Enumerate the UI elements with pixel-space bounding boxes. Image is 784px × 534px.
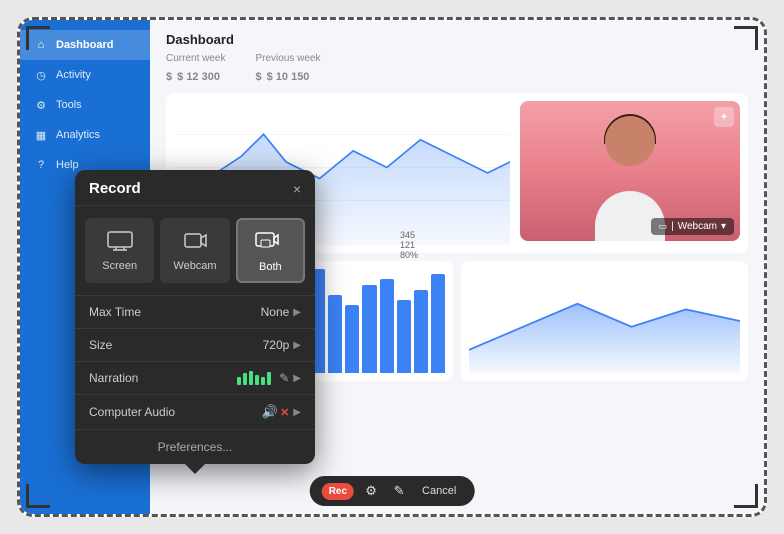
bar (397, 300, 411, 373)
computer-audio-label: Computer Audio (89, 405, 175, 419)
both-icon (255, 230, 285, 255)
narration-bars (237, 371, 271, 385)
val1: 345 (400, 230, 754, 240)
sidebar-item-tools[interactable]: ⚙ Tools (20, 90, 150, 120)
mode-btn-webcam[interactable]: Webcam (160, 218, 229, 283)
narration-bar-3 (249, 371, 253, 385)
record-dialog-header: Record × (75, 170, 315, 206)
mode-buttons: Screen Webcam Both (75, 206, 315, 296)
val3: 80% (400, 250, 754, 260)
webcam-wand-button[interactable]: ✦ (714, 107, 734, 127)
narration-bar-4 (255, 375, 259, 385)
record-title: Record (89, 180, 141, 197)
max-time-value: None (261, 305, 290, 319)
max-time-row: Max Time None ▶ (75, 296, 315, 329)
webcam-icon (182, 231, 208, 254)
audio-muted-indicator: 🔊 ✕ (262, 404, 289, 420)
previous-week-value: $ $ 10 150 (255, 64, 320, 85)
activity-icon: ◷ (34, 68, 48, 82)
tools-icon: ⚙ (34, 98, 48, 112)
narration-bar-6 (267, 372, 271, 385)
preferences-label: Preferences... (158, 440, 233, 454)
wand-icon: ✦ (720, 112, 728, 123)
max-time-chevron-icon: ▶ (293, 307, 301, 318)
bar (345, 305, 359, 373)
webcam-preview: ✦ ▭ | Webcam ▾ (520, 101, 740, 241)
corner-bl (26, 484, 50, 508)
bar (431, 274, 445, 373)
webcam-mode-label: Webcam (173, 260, 216, 272)
chart-badge: 345 121 80% (400, 230, 754, 260)
bar (362, 285, 376, 373)
computer-audio-row: Computer Audio 🔊 ✕ ▶ (75, 395, 315, 430)
val2: 121 (400, 240, 754, 250)
outer-frame: ⌂ Dashboard ◷ Activity ⚙ Tools ▦ Analyti… (17, 17, 767, 517)
bar (380, 279, 394, 373)
current-week-stat: Current week $ $ 12 300 (166, 53, 225, 85)
mute-x-icon: ✕ (280, 406, 289, 419)
dashboard-title: Dashboard (166, 32, 748, 47)
computer-audio-value-area[interactable]: 🔊 ✕ ▶ (262, 404, 301, 420)
settings-icon-button[interactable]: ⚙ (360, 480, 382, 502)
mode-btn-screen[interactable]: Screen (85, 218, 154, 283)
size-value: 720p (263, 338, 290, 352)
audio-chevron-icon: ▶ (293, 407, 301, 418)
bottom-toolbar: Rec ⚙ ✎ Cancel (310, 476, 475, 506)
narration-bar-1 (237, 377, 241, 385)
sidebar-item-analytics[interactable]: ▦ Analytics (20, 120, 150, 150)
sidebar-item-activity[interactable]: ◷ Activity (20, 60, 150, 90)
previous-week-stat: Previous week $ $ 10 150 (255, 53, 320, 85)
max-time-value-area[interactable]: None ▶ (261, 305, 301, 319)
corner-br (734, 484, 758, 508)
preferences-button[interactable]: Preferences... (75, 430, 315, 464)
screen-label: Screen (102, 260, 137, 272)
mode-btn-both[interactable]: Both (236, 218, 305, 283)
edit-icon-button[interactable]: ✎ (388, 480, 410, 502)
help-icon: ? (34, 158, 48, 172)
narration-bar-2 (243, 373, 247, 385)
narration-label: Narration (89, 371, 138, 385)
narration-value-area[interactable]: ✎ ▶ (237, 371, 301, 385)
corner-tl (26, 26, 50, 50)
close-button[interactable]: × (293, 182, 301, 196)
person-head (605, 116, 655, 166)
narration-bar-5 (261, 377, 265, 385)
rec-badge: Rec (322, 483, 354, 500)
previous-week-label: Previous week (255, 53, 320, 64)
dialog-arrow (185, 464, 205, 474)
bar (328, 295, 342, 373)
narration-row: Narration ✎ ▶ (75, 362, 315, 395)
narration-chevron-icon: ▶ (293, 373, 301, 384)
size-chevron-icon: ▶ (293, 340, 301, 351)
area-chart (461, 261, 748, 381)
size-label: Size (89, 338, 112, 352)
analytics-icon: ▦ (34, 128, 48, 142)
narration-edit-icon: ✎ (279, 371, 289, 385)
screen-icon (107, 231, 133, 254)
max-time-label: Max Time (89, 305, 141, 319)
current-week-label: Current week (166, 53, 225, 64)
corner-tr (734, 26, 758, 50)
cancel-button[interactable]: Cancel (416, 483, 462, 499)
record-dialog: Record × Screen Webcam Both (75, 170, 315, 464)
bar (414, 290, 428, 373)
both-label: Both (259, 261, 282, 273)
current-week-value: $ $ 12 300 (166, 64, 225, 85)
speaker-icon: 🔊 (262, 404, 278, 420)
size-row: Size 720p ▶ (75, 329, 315, 362)
size-value-area[interactable]: 720p ▶ (263, 338, 301, 352)
stats-row: Current week $ $ 12 300 Previous week $ … (166, 53, 748, 85)
